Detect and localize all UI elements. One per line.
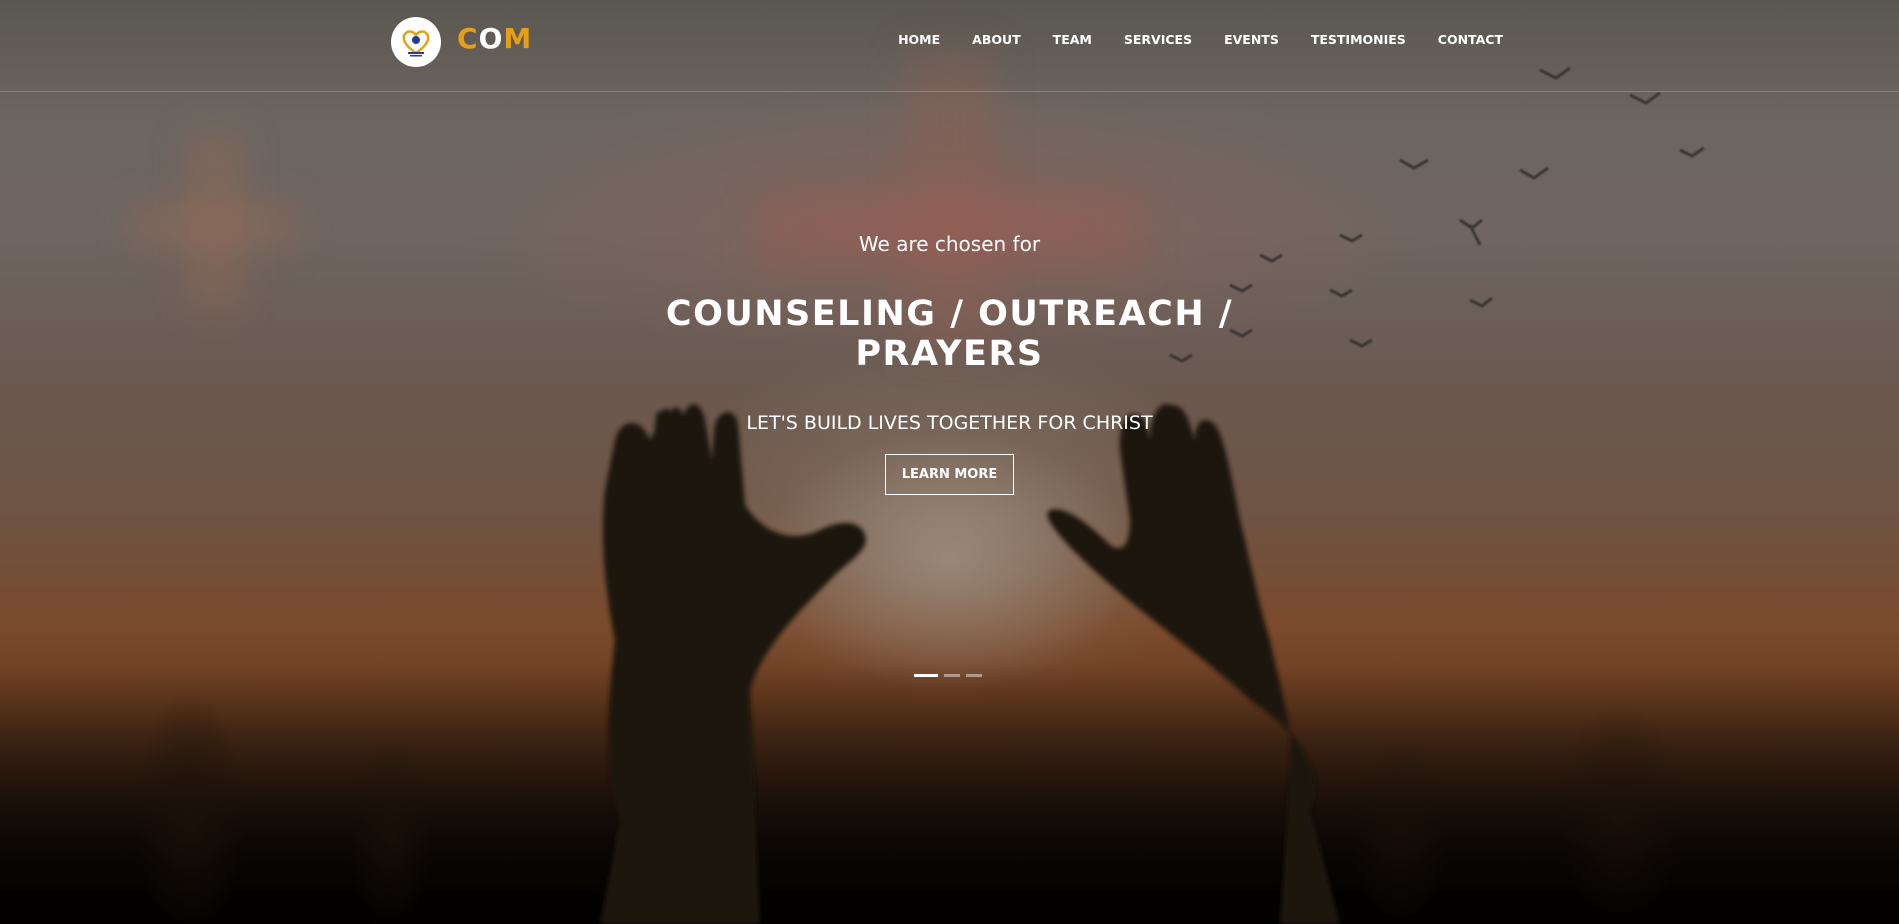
hero-banner: COM HOME ABOUT TEAM SERVICES EVENTS TEST… (0, 0, 1899, 924)
hero-content: We are chosen for COUNSELING / OUTREACH … (0, 232, 1899, 495)
slide-dot-3[interactable] (966, 674, 982, 677)
nav-home[interactable]: HOME (898, 32, 940, 47)
nav-events[interactable]: EVENTS (1224, 32, 1279, 47)
nav-team[interactable]: TEAM (1053, 32, 1092, 47)
hero-tagline: LET'S BUILD LIVES TOGETHER FOR CHRIST (746, 412, 1153, 434)
hero-title: COUNSELING / OUTREACH / PRAYERS (650, 294, 1250, 374)
heart-logo-icon (402, 30, 430, 57)
learn-more-button[interactable]: LEARN MORE (884, 454, 1015, 495)
site-header: COM HOME ABOUT TEAM SERVICES EVENTS TEST… (0, 0, 1899, 92)
hero-subtitle: We are chosen for (858, 232, 1041, 256)
brand-letter-o: O (478, 22, 504, 55)
hero-title-line-1: COUNSELING / OUTREACH / (665, 294, 1234, 334)
slider-pagination (914, 674, 982, 677)
nav-testimonies[interactable]: TESTIMONIES (1311, 32, 1406, 47)
brand-wordmark[interactable]: COM (457, 22, 532, 55)
brand-letter-m: M (503, 22, 533, 55)
nav-contact[interactable]: CONTACT (1438, 32, 1503, 47)
nav-services[interactable]: SERVICES (1124, 32, 1192, 47)
hero-title-line-2: PRAYERS (855, 334, 1044, 374)
slide-dot-2[interactable] (944, 674, 960, 677)
brand-letter-c: C (457, 22, 479, 55)
nav-about[interactable]: ABOUT (972, 32, 1021, 47)
ministry-logo[interactable] (391, 17, 441, 67)
main-nav: HOME ABOUT TEAM SERVICES EVENTS TESTIMON… (866, 32, 1503, 47)
slide-dot-1[interactable] (914, 674, 938, 677)
